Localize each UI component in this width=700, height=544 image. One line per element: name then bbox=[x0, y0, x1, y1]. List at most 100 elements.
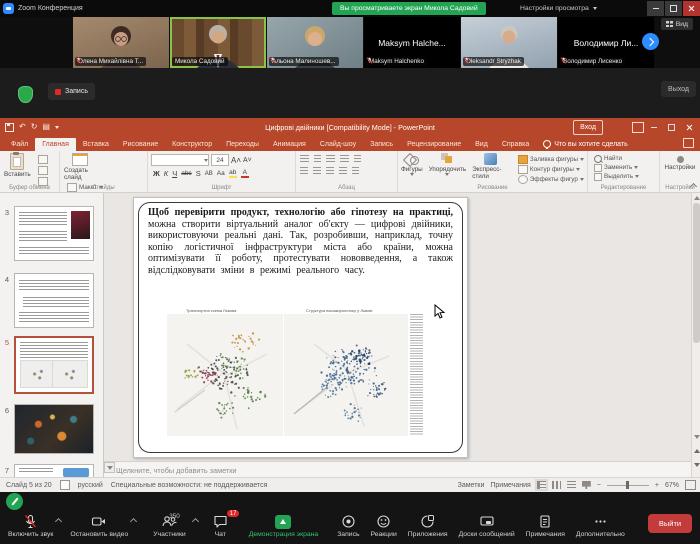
stop-video-button[interactable]: Остановить видео bbox=[70, 514, 128, 538]
cut-icon[interactable] bbox=[38, 155, 48, 164]
tab-design[interactable]: Конструктор bbox=[165, 138, 219, 151]
increase-indent-icon[interactable] bbox=[340, 155, 349, 163]
font-color-icon[interactable]: А bbox=[241, 169, 249, 178]
slide-sorter-view-icon[interactable] bbox=[552, 481, 561, 489]
shape-outline-button[interactable]: Контур фигуры bbox=[518, 165, 584, 174]
tab-draw[interactable]: Рисование bbox=[116, 138, 165, 151]
notes-button[interactable]: Примечания bbox=[526, 514, 565, 538]
tab-slideshow[interactable]: Слайд-шоу bbox=[313, 138, 363, 151]
tab-view[interactable]: Вид bbox=[468, 138, 495, 151]
close-button[interactable] bbox=[683, 1, 700, 16]
font-size-combobox[interactable]: 24 bbox=[211, 154, 229, 166]
font-name-combobox[interactable] bbox=[151, 154, 209, 166]
shape-effects-button[interactable]: Эффекты фигур bbox=[518, 175, 584, 184]
tab-record[interactable]: Запись bbox=[363, 138, 400, 151]
shape-fill-button[interactable]: Заливка фигуры bbox=[518, 155, 584, 164]
tab-file[interactable]: Файл bbox=[4, 138, 35, 151]
participants-button[interactable]: 350 Участники bbox=[153, 514, 185, 538]
recording-indicator[interactable]: Запись bbox=[48, 83, 95, 100]
meeting-info-shield-icon[interactable] bbox=[18, 86, 33, 103]
strikethrough-icon[interactable]: abc bbox=[181, 170, 191, 177]
collapse-ribbon-icon[interactable] bbox=[690, 184, 697, 189]
paste-button[interactable]: Вставить bbox=[4, 153, 31, 178]
numbering-icon[interactable] bbox=[314, 155, 321, 163]
customize-qat-icon[interactable] bbox=[55, 126, 59, 129]
more-button[interactable]: Дополнительно bbox=[576, 514, 625, 538]
current-slide[interactable]: Щоб перевірити продукт, технологію або г… bbox=[133, 197, 468, 458]
tab-help[interactable]: Справка bbox=[495, 138, 536, 151]
reading-view-icon[interactable] bbox=[567, 481, 576, 489]
tab-animations[interactable]: Анимация bbox=[266, 138, 313, 151]
record-button[interactable]: Запись bbox=[337, 514, 359, 538]
zoom-in-icon[interactable]: + bbox=[655, 482, 659, 489]
scrollbar-thumb[interactable] bbox=[693, 203, 700, 343]
align-right-icon[interactable] bbox=[326, 167, 334, 175]
view-settings-menu[interactable]: Настройки просмотра bbox=[520, 0, 597, 17]
leave-meeting-button[interactable]: Выйти bbox=[648, 514, 692, 533]
accessibility-status[interactable]: Специальные возможности: не поддерживает… bbox=[111, 482, 268, 489]
grow-font-icon[interactable]: А˄ bbox=[231, 156, 241, 165]
text-shadow-icon[interactable]: S bbox=[196, 169, 201, 178]
shrink-font-icon[interactable]: А˅ bbox=[243, 157, 252, 164]
participant-tile[interactable]: Maksym Halche... Maksym Halchenko bbox=[364, 17, 460, 68]
zoom-slider-thumb[interactable] bbox=[626, 481, 629, 489]
align-center-icon[interactable] bbox=[313, 167, 321, 175]
share-screen-button[interactable]: Демонстрация экрана bbox=[249, 515, 318, 538]
slide-paragraph[interactable]: Щоб перевірити продукт, технологію або г… bbox=[148, 207, 453, 277]
video-options-chevron[interactable] bbox=[130, 518, 137, 525]
participant-tile[interactable]: Oleksandr Stryzhak bbox=[461, 17, 557, 68]
replace-button[interactable]: Заменить bbox=[594, 163, 659, 172]
undo-icon[interactable]: ↶ bbox=[19, 123, 26, 131]
zoom-percentage[interactable]: 67% bbox=[665, 482, 679, 489]
language-indicator[interactable]: русский bbox=[78, 482, 103, 489]
new-slide-button[interactable]: Создать слайд bbox=[64, 153, 96, 181]
ppt-restore-button[interactable] bbox=[663, 120, 680, 135]
tab-review[interactable]: Рецензирование bbox=[400, 138, 468, 151]
align-left-icon[interactable] bbox=[300, 167, 308, 175]
gallery-view-button[interactable]: Вид bbox=[661, 18, 693, 30]
select-button[interactable]: Выделить bbox=[594, 172, 659, 181]
reactions-button[interactable]: Реакции bbox=[371, 514, 397, 538]
maximize-button[interactable] bbox=[665, 1, 682, 16]
slideshow-view-icon[interactable] bbox=[582, 481, 591, 489]
zoom-slider[interactable] bbox=[607, 485, 649, 486]
slide-thumbnail-5-selected[interactable]: 5 bbox=[0, 336, 103, 394]
scroll-down-arrow[interactable] bbox=[693, 433, 700, 440]
bullets-icon[interactable] bbox=[300, 155, 309, 163]
next-slide-button[interactable] bbox=[693, 461, 700, 468]
justify-icon[interactable] bbox=[339, 167, 347, 175]
character-spacing-icon[interactable]: АВ bbox=[205, 171, 213, 177]
redo-icon[interactable]: ↻ bbox=[31, 123, 38, 131]
vertical-scrollbar[interactable] bbox=[691, 193, 700, 479]
tab-home[interactable]: Главная bbox=[35, 138, 76, 151]
slide-thumbnail-4[interactable]: 4 bbox=[0, 273, 103, 328]
tell-me-box[interactable]: Что вы хотите сделать bbox=[536, 137, 635, 151]
italic-icon[interactable]: К bbox=[164, 169, 168, 178]
find-button[interactable]: Найти bbox=[594, 154, 659, 163]
ppt-minimize-button[interactable] bbox=[645, 120, 662, 135]
participant-tile[interactable]: Володимир Ли... Володимир Лисенко bbox=[558, 17, 654, 68]
audio-options-chevron[interactable] bbox=[55, 518, 62, 525]
highlight-color-icon[interactable]: ab bbox=[229, 169, 237, 178]
sign-in-button[interactable]: Вход bbox=[573, 120, 603, 135]
columns-icon[interactable] bbox=[352, 167, 359, 175]
minimize-button[interactable] bbox=[647, 1, 664, 16]
scroll-up-arrow[interactable] bbox=[693, 194, 700, 201]
change-case-icon[interactable]: Аа bbox=[217, 170, 225, 177]
notes-toggle[interactable]: Заметки bbox=[458, 482, 485, 489]
addin-settings-button[interactable]: Настройки bbox=[660, 153, 700, 171]
previous-slide-button[interactable] bbox=[693, 447, 700, 454]
unmute-button[interactable]: Включить звук bbox=[8, 514, 53, 538]
underline-icon[interactable]: Ч bbox=[172, 169, 177, 178]
whiteboards-button[interactable]: Доски сообщений bbox=[459, 514, 515, 538]
save-icon[interactable] bbox=[5, 123, 14, 132]
line-spacing-icon[interactable] bbox=[354, 155, 361, 163]
comments-icon[interactable] bbox=[683, 138, 694, 148]
tab-insert[interactable]: Вставка bbox=[76, 138, 116, 151]
slide-thumbnail-6[interactable]: 6 bbox=[0, 404, 103, 454]
next-participants-button[interactable] bbox=[642, 33, 659, 50]
ribbon-display-options-icon[interactable] bbox=[632, 122, 644, 133]
tab-transitions[interactable]: Переходы bbox=[219, 138, 266, 151]
start-slideshow-icon[interactable]: ▤ bbox=[42, 123, 50, 131]
participants-options-chevron[interactable] bbox=[192, 518, 199, 525]
